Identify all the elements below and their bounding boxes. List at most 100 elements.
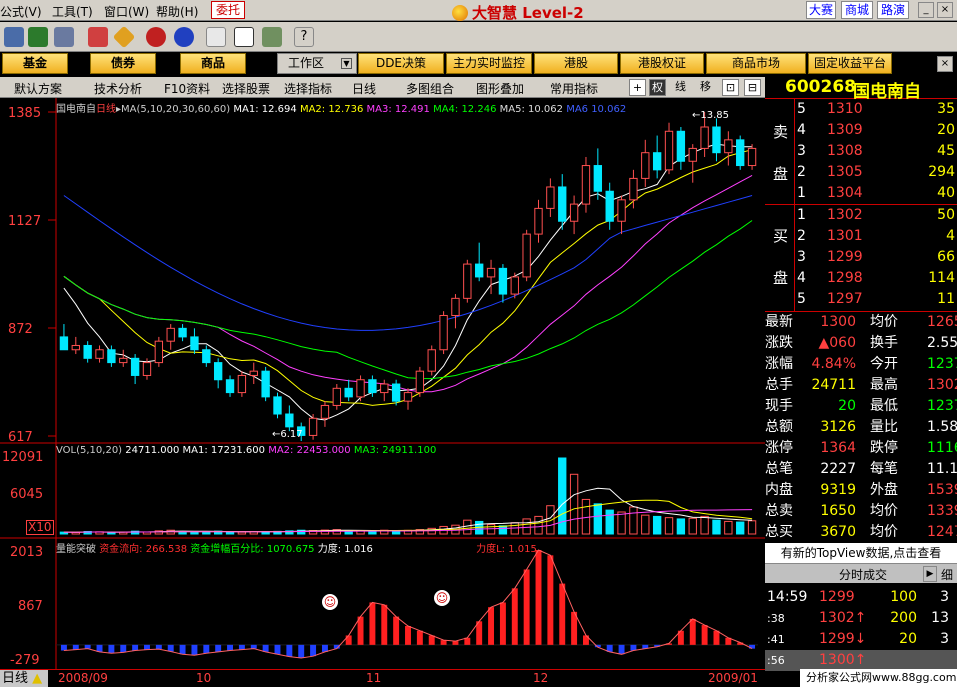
close-panel-icon[interactable]: × bbox=[937, 56, 953, 72]
candle-body bbox=[95, 349, 104, 359]
formula-icon[interactable] bbox=[146, 27, 166, 47]
menu-window[interactable]: 窗口(W) bbox=[104, 3, 149, 20]
dde-button[interactable]: DDE决策 bbox=[358, 53, 444, 74]
level: 4 bbox=[797, 270, 806, 286]
period-dropdown[interactable]: 日线 bbox=[352, 80, 376, 97]
move-toggle[interactable]: 移 bbox=[697, 79, 714, 96]
indicator-bar bbox=[713, 630, 720, 645]
binoculars-icon[interactable] bbox=[28, 27, 48, 47]
order-row[interactable]: 1 1302 50 bbox=[795, 205, 957, 226]
price: 1305 bbox=[827, 164, 863, 180]
bond-button[interactable]: 债券 bbox=[90, 53, 156, 74]
indicator-bar bbox=[618, 644, 625, 655]
tick-price: 1302↑ bbox=[819, 610, 867, 626]
minimize-icon[interactable]: _ bbox=[918, 2, 934, 18]
grid-view-icon[interactable] bbox=[4, 27, 24, 47]
order-row[interactable]: 2 1301 4 bbox=[795, 226, 957, 247]
menu-tools[interactable]: 工具(T) bbox=[52, 3, 93, 20]
workarea-dropdown[interactable]: 工作区 ▼ bbox=[277, 53, 357, 74]
stat-value: 3670 bbox=[820, 524, 856, 540]
fund-button[interactable]: 基金 bbox=[2, 53, 68, 74]
order-row[interactable]: 4 1298 114 bbox=[795, 268, 957, 289]
menu-help[interactable]: 帮助(H) bbox=[156, 3, 198, 20]
scheme-dropdown[interactable]: 默认方案 bbox=[14, 80, 62, 97]
indicator-bar bbox=[144, 644, 150, 650]
stat-label: 跌停 bbox=[870, 440, 898, 456]
commodity-market-button[interactable]: 商品市场 bbox=[706, 53, 806, 74]
menu-formula[interactable]: 公式(V) bbox=[0, 3, 42, 20]
date-label: 2008/09 bbox=[58, 671, 108, 685]
indicator-bar bbox=[227, 644, 233, 651]
contest-button[interactable]: 大赛 bbox=[806, 1, 836, 19]
size: 20 bbox=[937, 122, 955, 138]
main-force-monitor-button[interactable]: 主力实时监控 bbox=[446, 53, 532, 74]
stat-value: 1650 bbox=[820, 503, 856, 519]
close-icon[interactable]: × bbox=[937, 2, 953, 18]
indicator-bar bbox=[191, 644, 198, 656]
multi-chart-dropdown[interactable]: 多图组合 bbox=[406, 80, 454, 97]
zoom-icon[interactable]: ⊟ bbox=[744, 79, 761, 96]
candle-body bbox=[344, 387, 353, 398]
indicator-bar bbox=[155, 644, 162, 650]
tick-nav-icon[interactable]: ▶ bbox=[923, 566, 937, 582]
layout-icon[interactable] bbox=[234, 27, 254, 47]
tools-icon[interactable] bbox=[54, 27, 74, 47]
high-annotation: ←13.85 bbox=[692, 110, 730, 121]
detail-tab[interactable]: 细 bbox=[941, 566, 953, 583]
period-tab[interactable]: 日线 ▲ bbox=[0, 670, 48, 687]
level: 4 bbox=[797, 122, 806, 138]
indicator-legend: 量能突破 资金流向: 266.538 资金增幅百分比: 1070.675 力度:… bbox=[56, 540, 537, 555]
mall-button[interactable]: 商城 bbox=[841, 1, 873, 19]
order-row[interactable]: 5 1297 11 bbox=[795, 289, 957, 310]
tech-analysis-dropdown[interactable]: 技术分析 bbox=[94, 80, 142, 97]
order-row[interactable]: 3 1299 66 bbox=[795, 247, 957, 268]
order-row[interactable]: 3 1308 45 bbox=[795, 141, 957, 162]
volume-bar bbox=[605, 509, 614, 535]
expand-icon[interactable]: ⊡ bbox=[722, 79, 739, 96]
candle-body bbox=[593, 165, 603, 192]
note-icon[interactable] bbox=[206, 27, 226, 47]
topview-notice[interactable]: 有新的TopView数据,点击查看 bbox=[765, 543, 957, 563]
hk-warrant-button[interactable]: 港股权证 bbox=[620, 53, 704, 74]
stat-row: 内盘 9319 外盘 15392 bbox=[765, 480, 957, 501]
order-row[interactable]: 4 1309 20 bbox=[795, 120, 957, 141]
hk-stock-button[interactable]: 港股 bbox=[534, 53, 618, 74]
price: 1301 bbox=[827, 228, 863, 244]
vol-multiplier-label: X10 bbox=[26, 520, 54, 535]
indicator-bar bbox=[701, 625, 708, 645]
tick-row: :41 1299↓ 20 3 bbox=[765, 629, 957, 650]
fixed-income-button[interactable]: 固定收益平台 bbox=[808, 53, 892, 74]
order-row[interactable]: 2 1305 294 bbox=[795, 162, 957, 183]
common-indicator-dropdown[interactable]: 常用指标 bbox=[550, 80, 598, 97]
overlay-dropdown[interactable]: 图形叠加 bbox=[476, 80, 524, 97]
line-toggle[interactable]: 线 bbox=[672, 79, 689, 96]
order-row[interactable]: 1 1304 40 bbox=[795, 183, 957, 204]
stat-label: 总卖 bbox=[765, 503, 793, 519]
diamond-icon[interactable] bbox=[112, 25, 136, 49]
rights-toggle[interactable]: 权 bbox=[649, 79, 666, 96]
chart-icon[interactable] bbox=[88, 27, 108, 47]
help-pointer-icon[interactable]: ? bbox=[294, 27, 314, 47]
stack-icon[interactable] bbox=[262, 27, 282, 47]
select-indicator-button[interactable]: 选择指标 bbox=[284, 80, 332, 97]
roadshow-button[interactable]: 路演 bbox=[877, 1, 909, 19]
weituo-button[interactable]: 委托 bbox=[211, 1, 245, 19]
commodity-button[interactable]: 商品 bbox=[180, 53, 246, 74]
kline-chart[interactable] bbox=[0, 98, 765, 687]
level: 1 bbox=[797, 207, 806, 223]
f10-button[interactable]: F10资料 bbox=[164, 80, 210, 97]
tick-volume: 200 bbox=[890, 610, 917, 626]
select-stock-button[interactable]: 选择股票 bbox=[222, 80, 270, 97]
ma4-value: MA4: 12.246 bbox=[433, 104, 497, 115]
candle-body bbox=[59, 336, 69, 351]
price: 1309 bbox=[827, 122, 863, 138]
dropdown-icon[interactable]: ▼ bbox=[341, 58, 352, 69]
indicator-bar bbox=[345, 635, 352, 645]
ind-axis-label: -279 bbox=[10, 653, 40, 668]
formula-alt-icon[interactable] bbox=[174, 27, 194, 47]
volume-bar bbox=[629, 506, 638, 535]
stat-value: 1302 bbox=[927, 377, 957, 393]
crosshair-icon[interactable]: + bbox=[629, 79, 646, 96]
order-row[interactable]: 5 1310 35 bbox=[795, 99, 957, 120]
warning-icon: ▲ bbox=[32, 671, 43, 686]
